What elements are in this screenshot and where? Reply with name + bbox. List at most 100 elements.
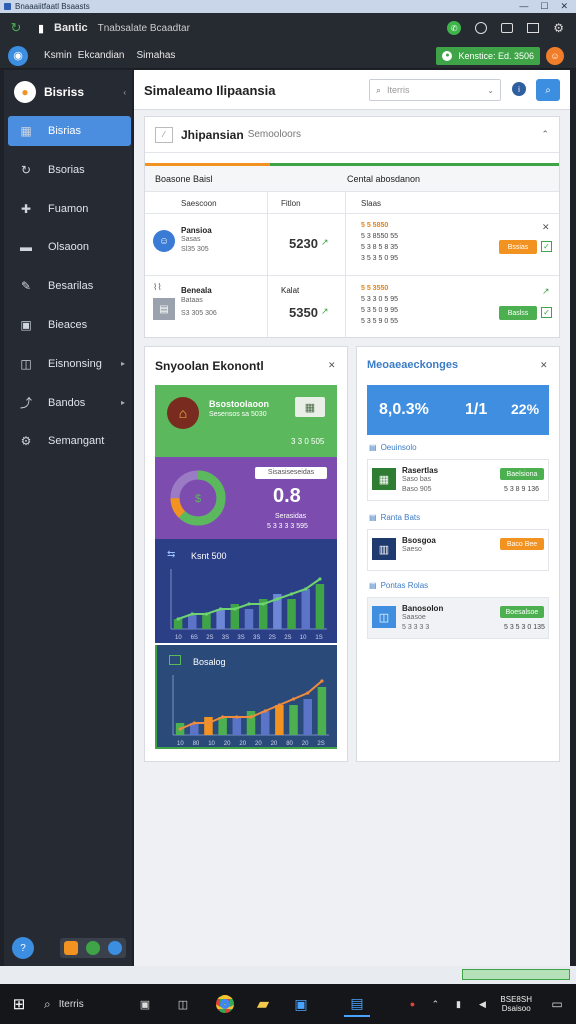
row-checkbox[interactable]: ✓ — [541, 241, 552, 252]
sidebar-item[interactable]: ▬ Olsaoon — [8, 232, 131, 262]
main-content: Simaleamo Ilipaansia ⌕ Iterris ⌄ i ⌕ ⁄ J… — [134, 70, 570, 966]
sidebar-item-label: Bsorias — [48, 163, 85, 176]
document-icon[interactable]: ▮ — [34, 20, 48, 36]
table-row[interactable]: ☺ Pansioa Sasas Sl35 305 5230 ↗ 5 5 5850… — [145, 214, 559, 276]
row-action-button[interactable]: Bssias — [499, 240, 537, 254]
chevron-up-icon[interactable]: ⌃ — [430, 991, 440, 1017]
filter-button[interactable]: ⌕ — [536, 79, 560, 101]
chart-bar — [287, 599, 296, 629]
chart-point — [289, 592, 294, 596]
network-icon[interactable]: ▮ — [452, 991, 464, 1017]
close-button[interactable]: ✕ — [560, 1, 568, 12]
sidebar-footer: ? — [12, 936, 130, 960]
list-item[interactable]: ▥ Bsosgoa Saeso Baco Bee — [367, 529, 549, 571]
task-view-icon[interactable]: ▣ — [132, 991, 158, 1017]
sidebar-item[interactable]: ▦ Bisrias — [8, 116, 131, 146]
tick-label: 2S — [269, 635, 276, 641]
item-name: Banosolon — [402, 604, 444, 613]
nav-item-ekcandian[interactable]: Ekcandian — [78, 50, 125, 61]
list-item[interactable]: ▦ Rasertlas Saso bas Baso 905 Baelsiona 5 3 8… — [367, 459, 549, 501]
chart-tile-2[interactable]: Bosalog 10 80 10 20 20 20 20 80 20 2S — [155, 645, 337, 749]
taskbar: ⊞ ⌕ Iterris ▣ ◫ ▰ ▣ ▤ ● ⌃ ▮ ◀ BSE8SH Dsa… — [0, 984, 576, 1024]
settings-icon[interactable]: ⚙ — [553, 21, 564, 35]
tick-label: 20 — [224, 741, 231, 747]
account-badge[interactable]: ● Kenstice: Ed. 3506 — [436, 46, 540, 65]
ratio-tile[interactable]: $ Sisasiseseidas 0.8 Serasidas 5 3 3 3 3… — [155, 457, 337, 539]
nav-item-simahas[interactable]: Simahas — [137, 50, 176, 61]
whatsapp-icon[interactable]: ✆ — [447, 21, 462, 35]
help-icon[interactable]: ? — [12, 937, 34, 959]
tool-orange-icon[interactable] — [64, 941, 78, 955]
tile-value: 3 3 0 505 — [291, 437, 325, 446]
sidebar-item-label: Bisrias — [48, 125, 82, 137]
chart-tile-icon: ⇆ — [167, 549, 176, 560]
close-icon[interactable]: ✕ — [328, 360, 336, 371]
row-action-button[interactable]: Baslss — [499, 306, 537, 320]
refresh-icon[interactable]: ↻ — [8, 20, 24, 36]
taskbar-clock[interactable]: BSE8SH Dsaisoo — [500, 995, 532, 1013]
chat-icon[interactable] — [501, 23, 514, 33]
globe-icon[interactable]: ◉ — [8, 45, 28, 66]
chat-icon[interactable]: ◫ — [170, 991, 196, 1017]
item-badge[interactable]: Baco Bee — [500, 538, 544, 550]
cube-icon: ◫ — [20, 356, 32, 371]
store-icon[interactable]: ▤ — [344, 991, 370, 1017]
col-header-1[interactable]: Saescoon — [181, 199, 217, 208]
minimize-button[interactable]: — — [519, 1, 528, 12]
item-badge[interactable]: Boesalsoe — [500, 606, 544, 618]
sidebar-item[interactable]: ✚ Fuamon — [8, 194, 131, 224]
chart-point — [192, 721, 196, 725]
collapse-chevron-icon[interactable]: ‹ — [123, 88, 126, 97]
remove-icon[interactable]: ✕ — [542, 222, 550, 233]
info-icon[interactable]: i — [512, 82, 526, 96]
chart-point — [320, 679, 324, 683]
tool-green-icon[interactable] — [86, 941, 100, 955]
chart-point — [190, 612, 194, 616]
chrome-icon[interactable] — [212, 991, 238, 1017]
windows-start-icon[interactable]: ⊞ — [6, 991, 32, 1017]
taskbar-search[interactable]: ⌕ Iterris — [38, 990, 126, 1018]
chart-point — [176, 617, 180, 621]
section-heading: ▤ Pontas Rolas — [369, 581, 428, 590]
sidebar-item[interactable]: ⤴ Bandos ▸ — [8, 388, 131, 418]
file-explorer-icon[interactable]: ▰ — [250, 991, 276, 1017]
photos-icon[interactable]: ▣ — [288, 991, 314, 1017]
sidebar-item[interactable]: ✎ Besarilas — [8, 271, 131, 301]
nav-item-ksmin[interactable]: Ksmin — [44, 50, 72, 61]
tile-title: Bsostoolaoon — [209, 399, 269, 409]
app-name: Bantic — [54, 22, 88, 34]
stats-banner: 8,0.3% 1/1 22% — [367, 385, 549, 435]
section-heading-label: Pontas Rolas — [380, 581, 429, 590]
sidebar-item[interactable]: ▣ Bieaces — [8, 310, 131, 340]
item-badge[interactable]: Baelsiona — [500, 468, 544, 480]
collapse-icon[interactable]: ⌃ — [541, 129, 549, 140]
list-item[interactable]: ◫ Banosolon Saasoe 5 3 3 3 3 Boesalsoe 5 3 5 … — [367, 597, 549, 639]
avatar[interactable]: ☺ — [546, 46, 564, 65]
stat-2: 1/1 — [465, 401, 488, 418]
notification-center-icon[interactable]: ▭ — [544, 991, 570, 1017]
sidebar-item[interactable]: ↻ Bsorias — [8, 155, 131, 185]
pen-icon: ✎ — [20, 279, 32, 294]
economics-card: Snyoolan Ekonontl ✕ ⌂ Bsostoolaoon Sesen… — [144, 346, 348, 762]
tool-blue-icon[interactable] — [108, 941, 122, 955]
close-icon[interactable]: ✕ — [540, 360, 548, 371]
volume-icon[interactable]: ◀ — [476, 991, 488, 1017]
tick-label: 2S — [284, 635, 291, 641]
item-sub: Saeso — [402, 546, 422, 553]
col-header-3[interactable]: Slaas — [361, 199, 381, 208]
chart-tile-1[interactable]: ⇆ Ksnt 500 10 6S 2S 3S 3S 3S 2S 2S 10 1S — [155, 539, 337, 643]
summary-tile[interactable]: ⌂ Bsostoolaoon Sesensos sa 5030 ▦ 3 3 0 … — [155, 385, 337, 457]
image-icon[interactable] — [527, 23, 540, 33]
expand-icon[interactable]: ↗ — [542, 286, 550, 297]
sidebar-item-label: Bieaces — [48, 319, 88, 331]
maximize-button[interactable]: ☐ — [540, 1, 548, 12]
notification-red-icon[interactable]: ● — [406, 991, 418, 1017]
table-row[interactable]: ▤ ⌇⌇ Beneala Bataas S3 305 306 Kalat 535… — [145, 276, 559, 337]
col-header-2[interactable]: Fitlon — [281, 199, 301, 208]
search-input[interactable]: ⌕ Iterris ⌄ — [369, 79, 501, 101]
clock-icon[interactable] — [475, 22, 488, 34]
row-val-3: 5 3 5 0 9 95 — [361, 307, 398, 314]
sidebar-item[interactable]: ◫ Eisnonsing ▸ — [8, 349, 131, 379]
sidebar-item[interactable]: ⚙ Semangant — [8, 426, 131, 456]
row-checkbox[interactable]: ✓ — [541, 307, 552, 318]
